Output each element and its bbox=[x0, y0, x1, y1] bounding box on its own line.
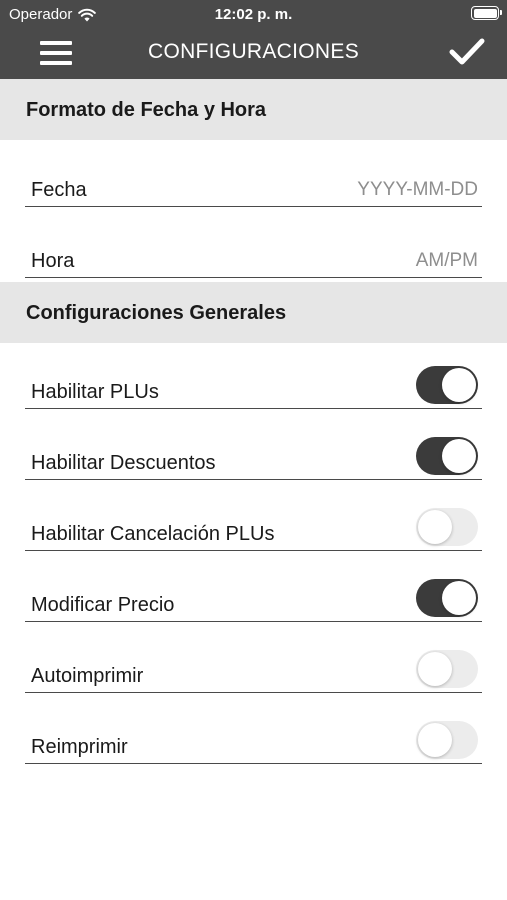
battery-icon bbox=[471, 6, 502, 20]
toggle-label: Reimprimir bbox=[31, 736, 128, 758]
toggle-switch-plus[interactable] bbox=[416, 366, 478, 404]
toggle-switch-modify-price[interactable] bbox=[416, 579, 478, 617]
toggle-label: Habilitar Descuentos bbox=[31, 452, 216, 474]
section-header-general: Configuraciones Generales bbox=[0, 282, 507, 343]
section-header-date-time: Formato de Fecha y Hora bbox=[0, 79, 507, 140]
toggle-label: Habilitar Cancelación PLUs bbox=[31, 523, 275, 545]
row-label: Fecha bbox=[31, 179, 87, 201]
section-title: Formato de Fecha y Hora bbox=[26, 99, 267, 121]
status-bar: Operador 12:02 p. m. bbox=[0, 0, 507, 28]
toggle-row-discounts: Habilitar Descuentos bbox=[25, 433, 482, 480]
section-title: Configuraciones Generales bbox=[26, 302, 287, 324]
top-bar: Operador 12:02 p. m. CONFIGURACIONES bbox=[0, 0, 507, 79]
toggle-label: Autoimprimir bbox=[31, 665, 144, 687]
toggle-row-reprint: Reimprimir bbox=[25, 717, 482, 764]
row-label: Hora bbox=[31, 250, 75, 272]
status-time: 12:02 p. m. bbox=[214, 6, 293, 23]
toggle-row-autoprint: Autoimprimir bbox=[25, 646, 482, 693]
toggle-row-modify-price: Modificar Precio bbox=[25, 575, 482, 622]
toggle-label: Modificar Precio bbox=[31, 594, 175, 616]
toggle-switch-discounts[interactable] bbox=[416, 437, 478, 475]
toggle-switch-reprint[interactable] bbox=[416, 721, 478, 759]
time-format-row[interactable]: Hora AM/PM bbox=[25, 240, 482, 278]
toggle-switch-autoprint[interactable] bbox=[416, 650, 478, 688]
checkmark-icon[interactable] bbox=[449, 36, 485, 68]
date-format-row[interactable]: Fecha YYYY-MM-DD bbox=[25, 170, 482, 207]
date-format-value: YYYY-MM-DD bbox=[357, 179, 478, 200]
toggle-label: Habilitar PLUs bbox=[31, 381, 159, 403]
time-format-value: AM/PM bbox=[415, 250, 478, 271]
toggle-row-plus: Habilitar PLUs bbox=[25, 362, 482, 409]
navigation-bar: CONFIGURACIONES bbox=[0, 28, 507, 79]
toggle-switch-plu-cancel[interactable] bbox=[416, 508, 478, 546]
toggle-row-plu-cancel: Habilitar Cancelación PLUs bbox=[25, 504, 482, 551]
page-title: CONFIGURACIONES bbox=[147, 40, 359, 63]
